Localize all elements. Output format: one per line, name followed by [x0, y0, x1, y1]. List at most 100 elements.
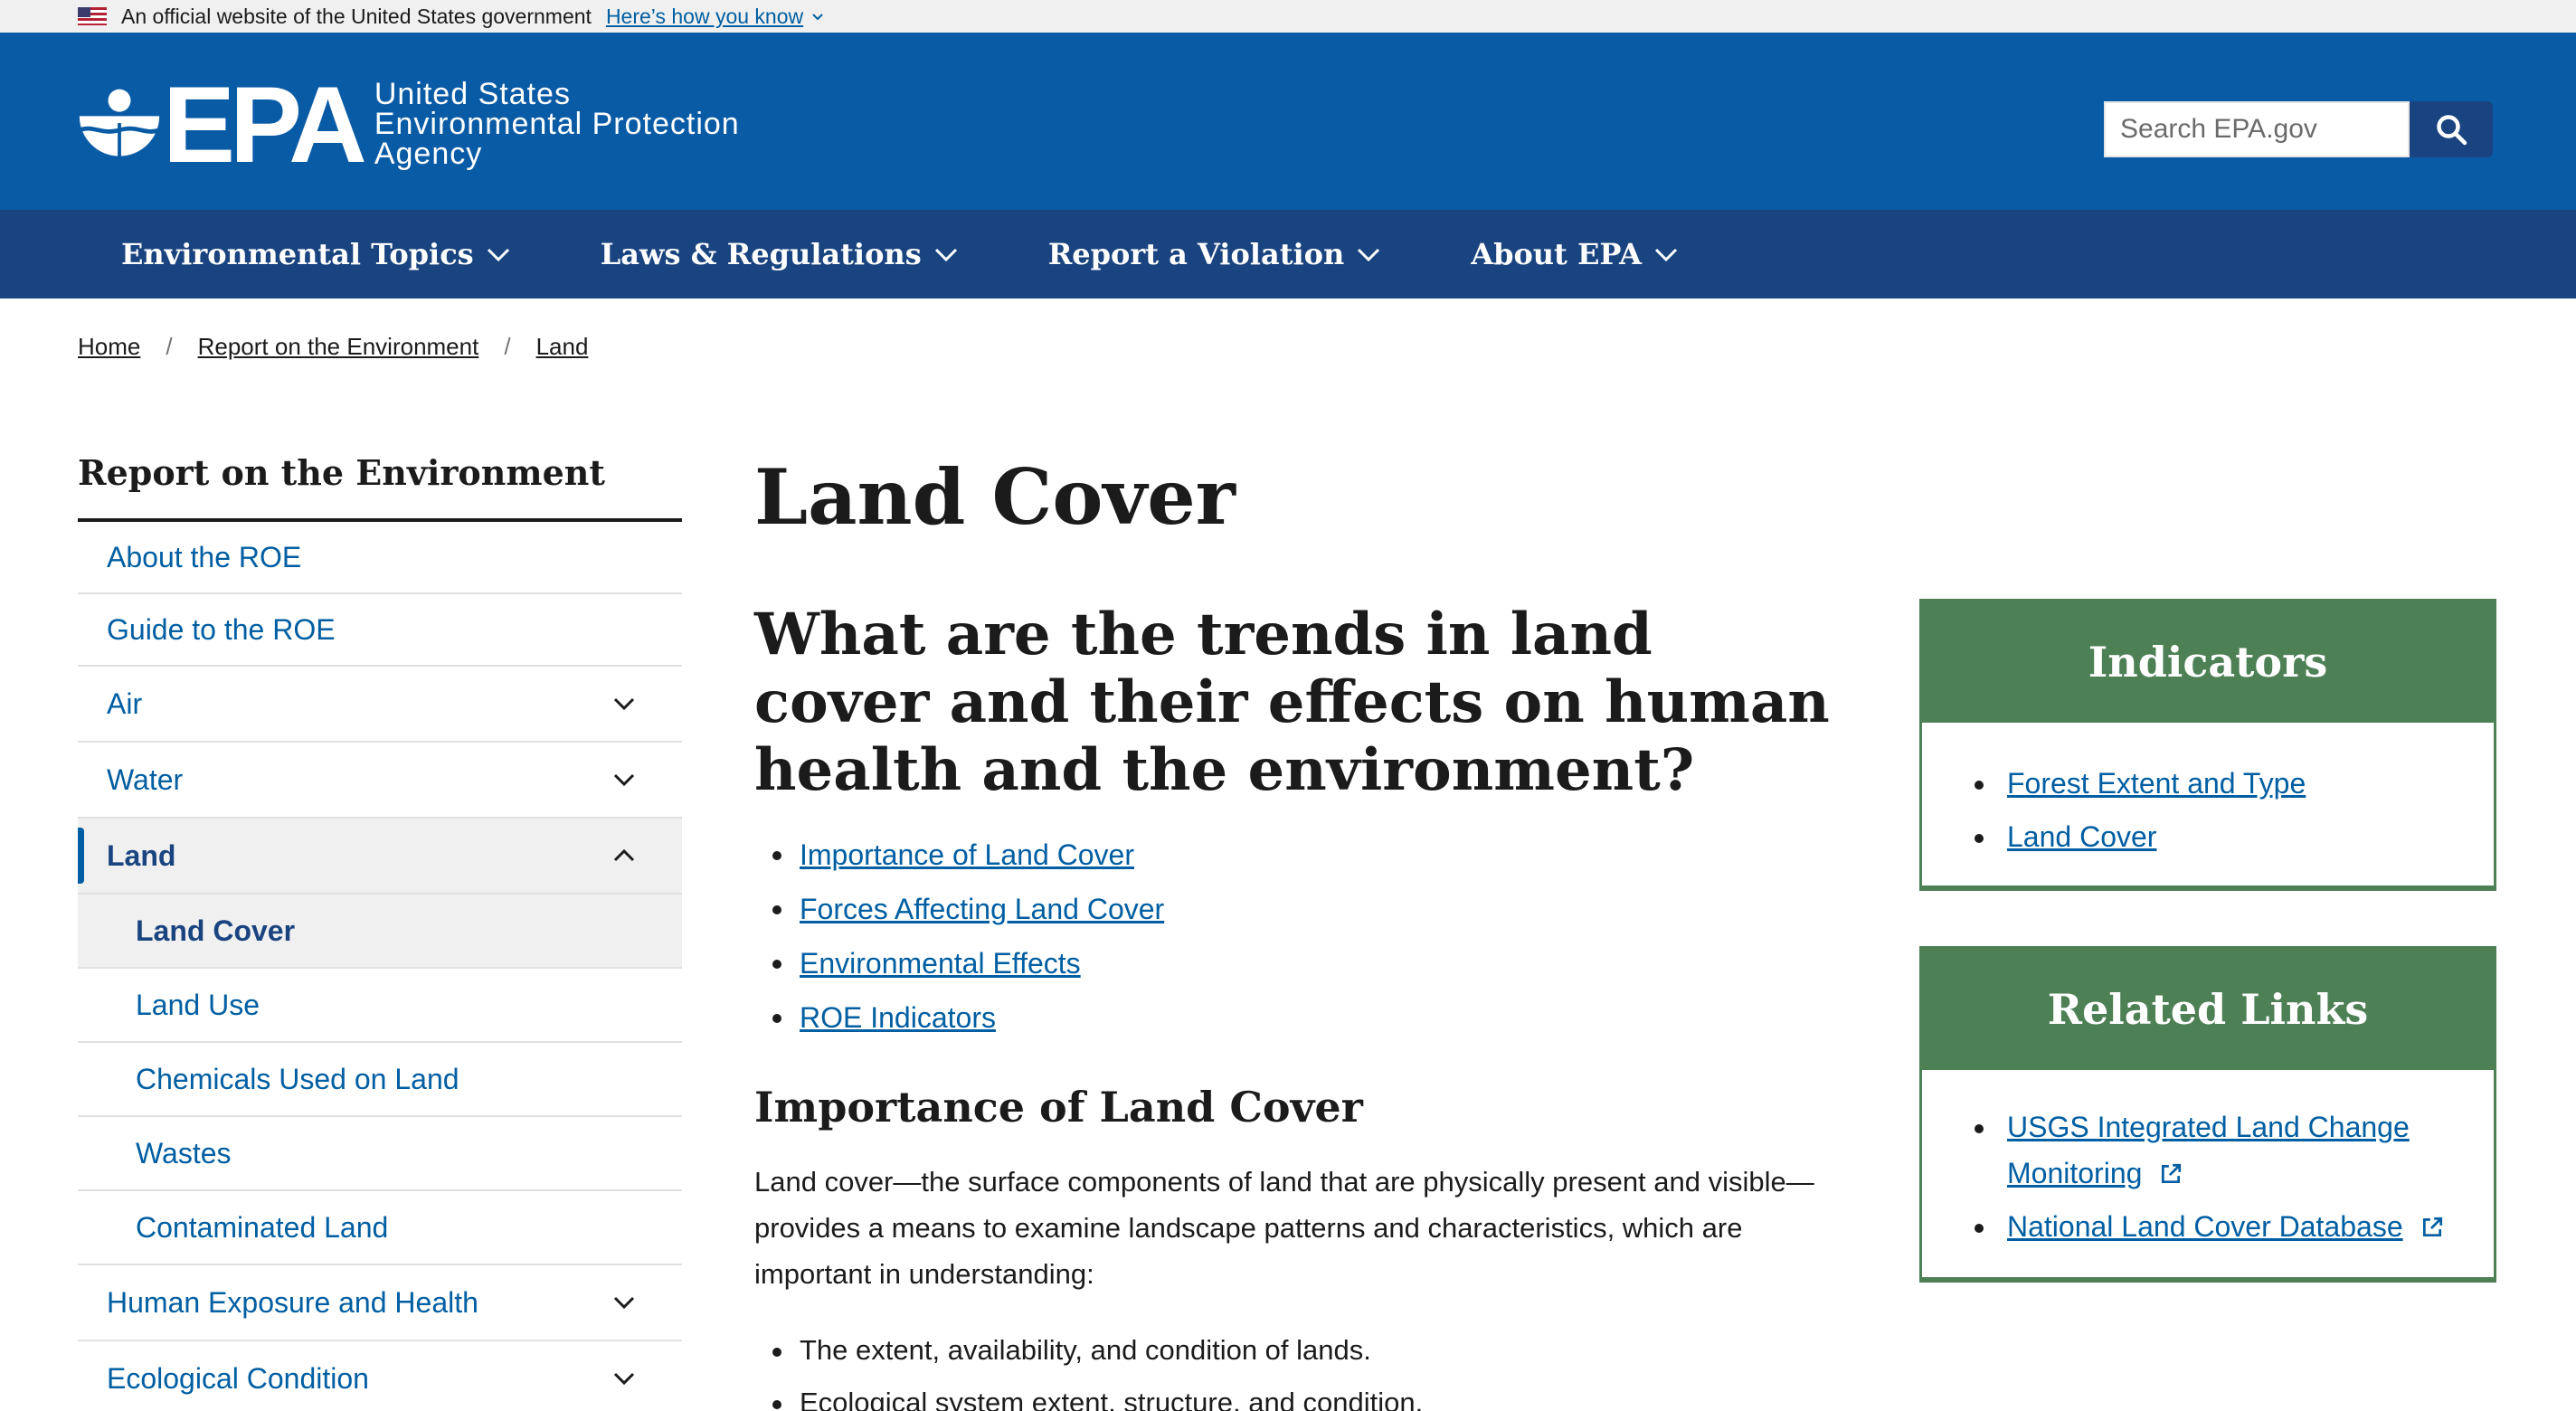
sidebar-item-label: Contaminated Land: [136, 1210, 389, 1244]
toc-link-forces[interactable]: Forces Affecting Land Cover: [800, 893, 1164, 925]
chevron-down-icon: [1358, 248, 1380, 262]
list-item: Forest Extent and Type: [1958, 761, 2458, 807]
agency-name: United States Environmental Protection A…: [374, 77, 740, 171]
sidebar-item-label: Land Cover: [136, 914, 296, 947]
search-input[interactable]: [2104, 101, 2410, 157]
related-link-label: USGS Integrated Land Change Monitoring: [2007, 1111, 2410, 1189]
site-header: EPA United States Environmental Protecti…: [0, 33, 2576, 210]
nav-label: Report a Violation: [1047, 237, 1345, 271]
nav-report-violation[interactable]: Report a Violation: [1048, 237, 1383, 271]
list-item: National Land Cover Database: [1958, 1204, 2458, 1250]
breadcrumb: Home / Report on the Environment / Land: [78, 333, 588, 361]
breadcrumb-home[interactable]: Home: [78, 333, 140, 361]
epa-logo[interactable]: EPA United States Environmental Protecti…: [76, 63, 740, 185]
sidebar-item-label: Chemicals Used on Land: [136, 1062, 459, 1095]
related-link-usgs[interactable]: USGS Integrated Land Change Monitoring: [2007, 1111, 2410, 1189]
indicator-link-land-cover[interactable]: Land Cover: [2007, 820, 2156, 853]
chevron-down-icon: [1654, 248, 1677, 262]
gov-banner: An official website of the United States…: [0, 0, 2576, 33]
sidebar-item-guide-roe[interactable]: Guide to the ROE: [78, 594, 682, 667]
nav-laws-regulations[interactable]: Laws & Regulations: [601, 237, 960, 271]
toc-link-importance[interactable]: Importance of Land Cover: [800, 838, 1134, 871]
indicators-box: Indicators Forest Extent and Type Land C…: [1919, 599, 2496, 891]
sidebar-nav: Report on the Environment About the ROE …: [78, 452, 682, 1411]
indicators-list: Forest Extent and Type Land Cover: [1958, 761, 2458, 860]
related-links-list: USGS Integrated Land Change Monitoring N…: [1958, 1104, 2458, 1250]
nav-about-epa[interactable]: About EPA: [1471, 237, 1680, 271]
toc-item: ROE Indicators: [754, 990, 1840, 1045]
bullet-list: The extent, availability, and condition …: [754, 1324, 1840, 1411]
sidebar-item-label: Water: [107, 762, 184, 796]
breadcrumb-report-on-environment[interactable]: Report on the Environment: [198, 333, 479, 361]
search-button[interactable]: [2410, 101, 2493, 157]
heres-how-you-know-link[interactable]: Here’s how you know: [606, 5, 825, 29]
sidebar-item-label: Wastes: [136, 1136, 232, 1170]
epa-flower-icon: [78, 89, 161, 165]
toc-link-effects[interactable]: Environmental Effects: [800, 947, 1081, 980]
chevron-down-icon: [487, 248, 509, 262]
agency-line-2: Environmental Protection: [374, 107, 740, 141]
nav-label: Environmental Topics: [121, 237, 474, 271]
sidebar-title: Report on the Environment: [78, 452, 682, 522]
heres-how-you-know-label: Here’s how you know: [605, 4, 804, 28]
page-title: Land Cover: [754, 452, 1236, 542]
sidebar-item-about-roe[interactable]: About the ROE: [78, 522, 682, 594]
sidebar-item-water[interactable]: Water: [78, 743, 682, 819]
related-links-box: Related Links USGS Integrated Land Chang…: [1919, 946, 2496, 1283]
sidebar-item-land-use[interactable]: Land Use: [78, 969, 682, 1043]
related-link-nlcd[interactable]: National Land Cover Database: [2007, 1210, 2403, 1243]
toc-item: Environmental Effects: [754, 936, 1840, 990]
gov-banner-text: An official website of the United States…: [121, 4, 592, 28]
chevron-down-icon: [934, 248, 957, 262]
indicator-link-forest[interactable]: Forest Extent and Type: [2007, 767, 2306, 800]
indicators-box-title: Indicators: [1922, 601, 2494, 723]
breadcrumb-land[interactable]: Land: [536, 333, 589, 361]
chevron-down-icon: [613, 1296, 635, 1310]
sidebar-item-label: About the ROE: [107, 540, 302, 573]
us-flag-icon: [78, 7, 107, 25]
list-item: The extent, availability, and condition …: [754, 1324, 1840, 1377]
sidebar-item-wastes[interactable]: Wastes: [78, 1117, 682, 1191]
chevron-down-icon: [812, 14, 823, 21]
search-icon: [2437, 115, 2467, 146]
sidebar-item-air[interactable]: Air: [78, 667, 682, 743]
epa-wordmark: EPA: [163, 63, 367, 185]
related-link-label: National Land Cover Database: [2007, 1210, 2403, 1243]
question-heading: What are the trends in land cover and th…: [754, 601, 1830, 804]
related-links-box-title: Related Links: [1922, 949, 2494, 1070]
section-heading: Importance of Land Cover: [754, 1083, 1363, 1132]
agency-line-1: United States: [374, 77, 571, 111]
sidebar-item-chemicals-used-on-land[interactable]: Chemicals Used on Land: [78, 1043, 682, 1117]
sidebar-item-human-exposure-health[interactable]: Human Exposure and Health: [78, 1265, 682, 1341]
sidebar-item-label: Land: [107, 838, 176, 872]
site-search: [2104, 101, 2493, 157]
table-of-contents: Importance of Land Cover Forces Affectin…: [754, 828, 1840, 1045]
list-item: Land Cover: [1958, 814, 2458, 860]
sidebar-item-label: Land Use: [136, 988, 260, 1021]
sidebar-item-label: Human Exposure and Health: [107, 1285, 478, 1319]
sidebar-item-label: Guide to the ROE: [107, 612, 336, 646]
toc-link-indicators[interactable]: ROE Indicators: [800, 1001, 996, 1034]
sidebar-item-ecological-condition[interactable]: Ecological Condition: [78, 1341, 682, 1411]
external-link-icon: [2422, 1217, 2442, 1237]
indicators-box-body: Forest Extent and Type Land Cover: [1922, 723, 2494, 885]
chevron-down-icon: [613, 697, 635, 711]
section-paragraph: Land cover—the surface components of lan…: [754, 1166, 1814, 1290]
toc-item: Importance of Land Cover: [754, 828, 1840, 882]
external-link-icon: [2162, 1163, 2182, 1184]
main-content: Land Cover What are the trends in land c…: [754, 452, 1840, 1411]
related-links-box-body: USGS Integrated Land Change Monitoring N…: [1922, 1070, 2494, 1277]
main-nav: Environmental Topics Laws & Regulations …: [0, 210, 2576, 298]
breadcrumb-separator: /: [166, 333, 173, 360]
agency-line-3: Agency: [374, 137, 483, 171]
nav-environmental-topics[interactable]: Environmental Topics: [121, 237, 512, 271]
sidebar-item-label: Ecological Condition: [107, 1361, 369, 1395]
breadcrumb-separator: /: [504, 333, 511, 360]
nav-label: About EPA: [1471, 237, 1642, 271]
sidebar-item-contaminated-land[interactable]: Contaminated Land: [78, 1191, 682, 1265]
sidebar-item-land-cover[interactable]: Land Cover: [78, 895, 682, 969]
sidebar-item-land[interactable]: Land: [78, 819, 682, 895]
list-item: Ecological system extent, structure, and…: [754, 1377, 1840, 1411]
chevron-up-icon: [613, 848, 635, 862]
list-item: USGS Integrated Land Change Monitoring: [1958, 1104, 2458, 1197]
